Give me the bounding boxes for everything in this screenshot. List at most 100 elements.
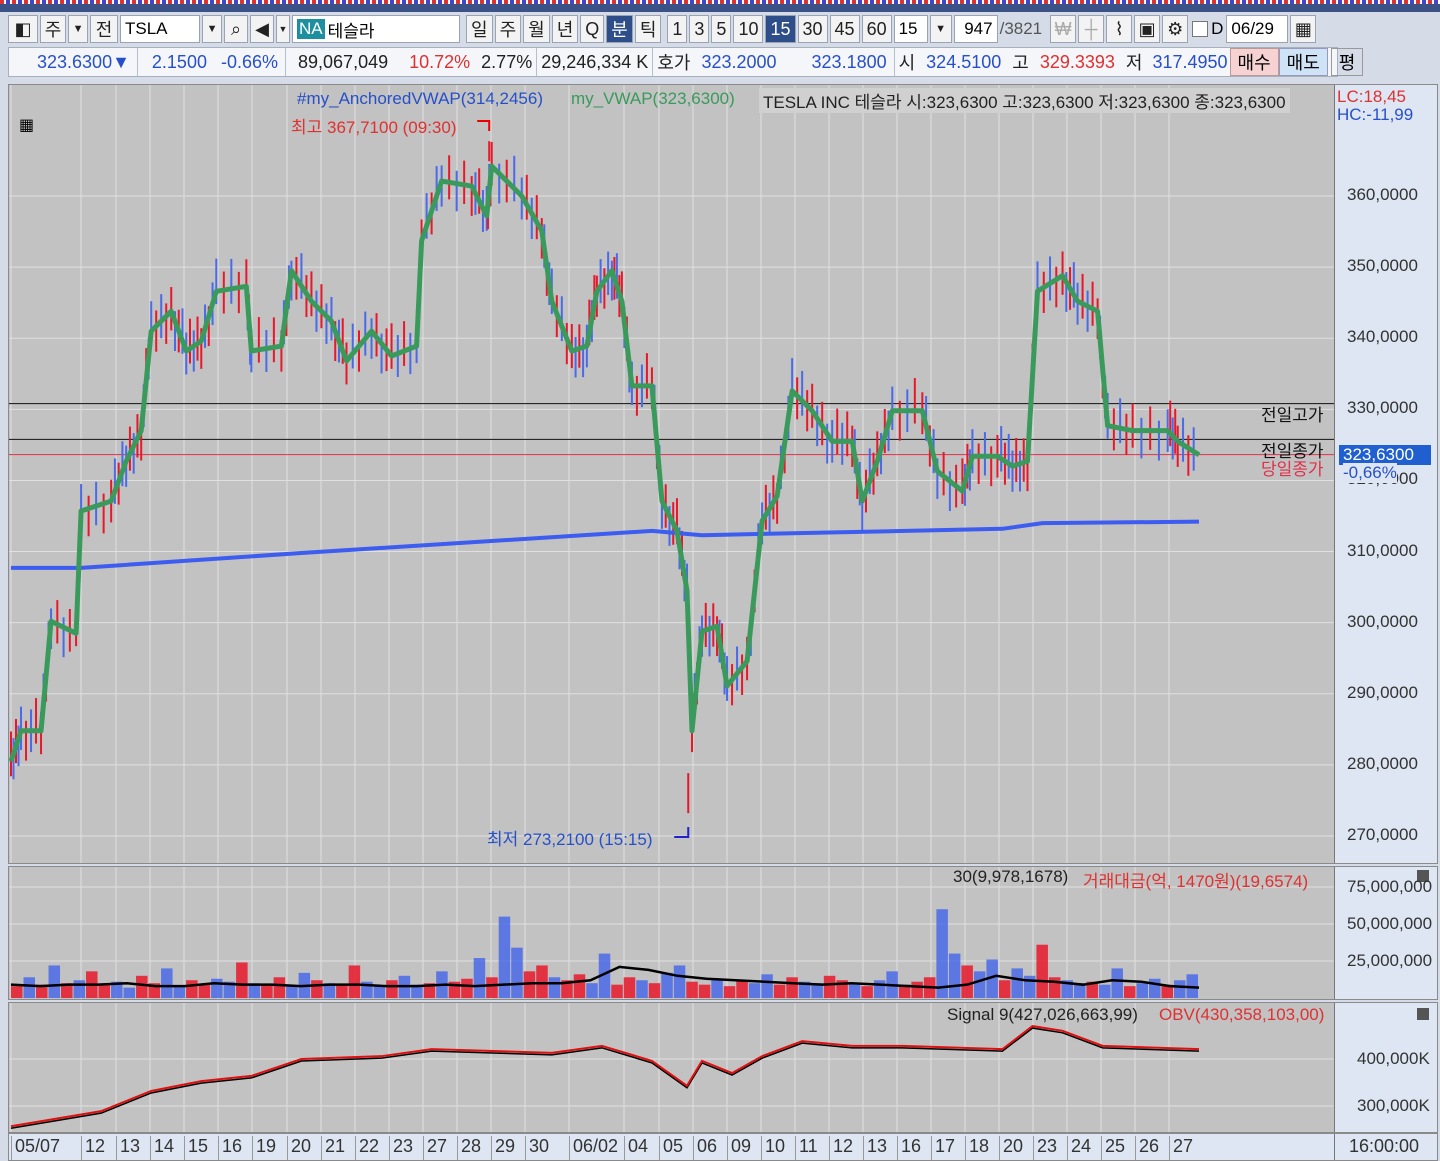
volume-bar [698, 984, 711, 998]
prev-button[interactable]: 전 [90, 15, 118, 43]
x-axis-label: 17 [931, 1136, 955, 1160]
minute-10[interactable]: 10 [733, 15, 764, 43]
symbol-dropdown-icon[interactable]: ▼ [202, 15, 222, 43]
high-marker-label: 최고 367,7100 (09:30) [291, 118, 457, 137]
interval-dropdown-icon[interactable]: ▼ [929, 15, 952, 43]
currency-icon[interactable]: ₩ [1050, 15, 1077, 43]
avg-button[interactable]: 평 [1330, 48, 1364, 76]
layout-icon[interactable]: ◧ [8, 15, 38, 43]
obv-axis[interactable]: 400,000K 300,000K [1334, 1003, 1437, 1132]
volume-bar [611, 984, 623, 998]
price-panel[interactable]: ▦ #my_AnchoredVWAP(314,2456) my_VWAP(323… [8, 84, 1438, 864]
change: 2.1500 [151, 51, 207, 72]
price-tick: 310,0000 [1347, 540, 1418, 560]
add-indicator-icon[interactable]: ⌇ [1106, 15, 1133, 43]
volume-bar [211, 978, 223, 998]
low: 317.4950 [1152, 51, 1228, 72]
calendar-icon[interactable]: ▦ [1290, 15, 1317, 43]
volume-bar [186, 980, 198, 998]
minute-15[interactable]: 15 [765, 15, 796, 43]
x-axis-label: 15 [184, 1136, 208, 1160]
last-price: 323.6300 ▼ [9, 48, 138, 76]
volume-bar [461, 978, 473, 998]
price-tick: 290,0000 [1347, 682, 1418, 702]
volume-bar [773, 984, 786, 998]
price-chart[interactable] [9, 85, 1335, 863]
volume-tick: 25,000,000 [1347, 951, 1433, 970]
volume-bar [1136, 983, 1148, 998]
volume-bar [123, 987, 136, 998]
candle-icon[interactable]: ┼ [1078, 15, 1105, 43]
chevron-down-icon[interactable]: ▼ [276, 15, 290, 43]
search-icon[interactable]: ⌕ [224, 15, 248, 43]
grid-icon[interactable]: ▦ [19, 115, 34, 135]
volume-bar [1011, 968, 1023, 998]
x-axis[interactable]: 05/07 12 13 14 15 16 19 20 21 22 23 27 28 29 30 06/02 04… [8, 1133, 1438, 1161]
x-axis-label: 28 [457, 1136, 481, 1160]
volume-bar [848, 984, 861, 998]
x-axis-label: 04 [624, 1136, 648, 1160]
period-week[interactable]: 주 [494, 15, 522, 43]
obv-panel[interactable]: Signal 9(427,026,663,99) OBV(430,358,103… [8, 1002, 1438, 1133]
volume-panel[interactable]: 30(9,978,1678) 거래대금(억, 1470원)(19,6574) 7… [8, 866, 1438, 1000]
volume-bar [286, 986, 298, 998]
x-axis-label: 21 [321, 1136, 345, 1160]
close-panel-icon[interactable] [1417, 1008, 1429, 1020]
minute-30[interactable]: 30 [797, 15, 828, 43]
count-input[interactable]: 947 [953, 15, 998, 43]
minute-60[interactable]: 60 [861, 15, 892, 43]
period-day[interactable]: 일 [466, 15, 493, 43]
volume-bar [1111, 968, 1123, 998]
minute-3[interactable]: 3 [689, 15, 710, 43]
d-label: D [1211, 19, 1224, 38]
period-year[interactable]: 년 [551, 15, 579, 43]
chevron-down-icon[interactable]: ▼ [68, 15, 88, 43]
price-axis[interactable]: LC:18,45 HC:-11,99 360,0000 350,0000 340,0… [1334, 85, 1437, 863]
volume-bar [961, 965, 973, 998]
period-tick[interactable]: 틱 [634, 15, 662, 43]
anchored-vwap-line [11, 519, 1200, 570]
name-field[interactable]: NA 테슬라 [292, 15, 460, 43]
minute-5[interactable]: 5 [711, 15, 732, 43]
minute-45[interactable]: 45 [829, 15, 860, 43]
period-month[interactable]: 월 [523, 15, 550, 43]
volume-bar [648, 983, 661, 998]
turnover-pct: 10.72% [409, 51, 471, 72]
ref-today-close-label: 당일종가 [1261, 460, 1324, 479]
volume-axis[interactable]: 75,000,000 50,000,000 25,000,000 [1334, 867, 1437, 999]
volume-bar [336, 984, 348, 998]
volume-bar [486, 977, 498, 998]
interval-input[interactable]: 15 [893, 15, 928, 43]
legend-amount: 거래대금(억, 1470원)(19,6574) [1083, 872, 1309, 891]
volume-bar [73, 980, 86, 998]
x-axis-label: 10 [761, 1136, 785, 1160]
volume-bar [473, 958, 486, 998]
volume-bar [948, 953, 961, 998]
volume-bar [548, 977, 561, 998]
buy-button[interactable]: 매수 [1229, 48, 1279, 76]
high-arrow-icon [477, 120, 491, 131]
minute-1[interactable]: 1 [667, 15, 688, 43]
d-checkbox[interactable] [1192, 21, 1209, 37]
period-quarter[interactable]: Q [580, 15, 605, 43]
bid: 323.1800 [805, 48, 895, 76]
gear-icon[interactable]: ⚙ [1162, 15, 1189, 43]
sell-button[interactable]: 매도 [1278, 48, 1328, 76]
volume-bar [98, 984, 111, 998]
volume-bar [586, 983, 598, 998]
date-input[interactable]: 06/29 [1226, 15, 1289, 43]
save-icon[interactable]: ▣ [1134, 15, 1161, 43]
change-pct: -0.66% [214, 48, 287, 76]
volume-bar [311, 980, 323, 998]
volume-bar [1148, 978, 1161, 998]
symbol-input[interactable]: TSLA [120, 15, 200, 43]
volume-bar [761, 974, 773, 998]
market-select[interactable]: 주 [40, 15, 66, 43]
speaker-icon[interactable]: ◀ [250, 15, 274, 43]
high: 329.3393 [1039, 51, 1115, 72]
volume-bar [161, 968, 173, 998]
period-minute[interactable]: 분 [606, 15, 633, 43]
amount: 29,246,334 K [537, 48, 654, 76]
x-axis-label: 12 [81, 1136, 105, 1160]
x-axis-label: 30 [525, 1136, 549, 1160]
